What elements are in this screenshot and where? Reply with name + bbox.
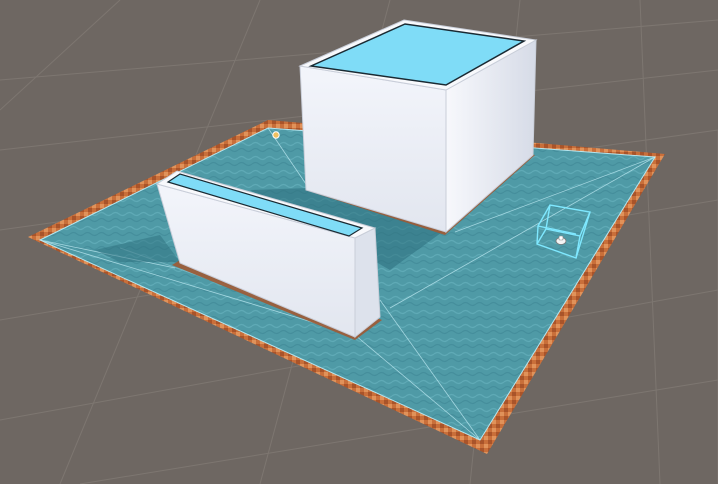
scene-viewport[interactable] xyxy=(0,0,718,484)
scene-canvas[interactable] xyxy=(0,0,718,484)
light-gizmo-icon[interactable] xyxy=(272,131,280,139)
